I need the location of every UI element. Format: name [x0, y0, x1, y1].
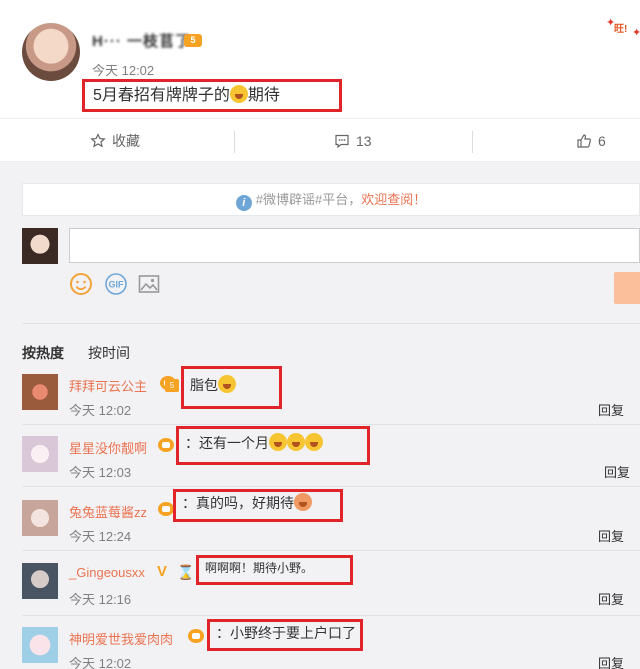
star-icon: [90, 133, 106, 148]
crying-emoji-icon: [305, 433, 323, 451]
comment-count: 13: [356, 133, 372, 149]
image-icon[interactable]: [137, 272, 161, 296]
commenter-avatar[interactable]: [22, 627, 58, 663]
comment-button[interactable]: 13: [334, 119, 372, 163]
smile-emoji-icon: [218, 375, 236, 393]
notice-text: #微博辟谣#平台，: [255, 192, 362, 207]
crown-badge-icon: [158, 502, 174, 516]
crying-emoji-icon: [269, 433, 287, 451]
crown-badge-icon: [188, 629, 204, 643]
post-time: 今天 12:02: [92, 63, 155, 78]
comment-text: ：小野终于要上户口了: [216, 625, 356, 641]
crying-emoji-icon: [229, 85, 248, 103]
post-content-tail: 期待: [247, 87, 280, 104]
comment-text: ：真的吗，好期待: [182, 495, 294, 511]
commenter-name[interactable]: _Gingeousxx: [69, 565, 145, 580]
verified-v-icon: V: [157, 563, 168, 580]
comment-item: _Gingeousxx V ⌛ 啊啊啊！期待小野。 今天 12:16 回复: [22, 555, 640, 616]
comment-text-box: 脂包: [181, 366, 282, 409]
like-button[interactable]: 6: [576, 119, 606, 163]
reply-button[interactable]: 回复: [598, 526, 624, 545]
comment-time: 今天 12:24: [69, 529, 132, 544]
sort-by-hot-tab[interactable]: 按热度: [22, 343, 64, 363]
comment-divider: [22, 550, 640, 551]
action-divider: [472, 131, 473, 153]
send-comment-button[interactable]: [614, 272, 640, 304]
crown-badge-icon: [158, 438, 174, 452]
sort-by-time-tab[interactable]: 按时间: [88, 343, 130, 363]
notice-link[interactable]: 欢迎查阅！: [361, 192, 426, 207]
hourglass-icon: ⌛: [177, 564, 195, 580]
comment-text-box: ：小野终于要上户口了: [207, 619, 363, 651]
rumor-notice-banner[interactable]: i #微博辟谣#平台，欢迎查阅！: [22, 183, 640, 216]
comment-item: 神明爱世我爱肉肉 ：小野终于要上户口了 今天 12:02 回复: [22, 619, 640, 669]
section-divider: [22, 323, 640, 324]
comment-time: 今天 12:02: [69, 403, 132, 418]
favorite-label: 收藏: [112, 133, 140, 149]
comment-text-box: ：真的吗，好期待: [173, 489, 343, 522]
comment-time: 今天 12:03: [69, 465, 132, 480]
corner-sticker-icon: ✦ 旺! ✦: [604, 12, 640, 40]
action-divider: [234, 131, 235, 153]
comment-text-box: ：还有一个月: [176, 426, 370, 465]
vip-badge-icon: 5: [184, 34, 202, 47]
comment-text: ：还有一个月: [185, 435, 269, 451]
emoji-icon[interactable]: [69, 272, 93, 296]
corner-sticker-text: 旺!: [614, 24, 628, 35]
comment-item: 兔兔蓝莓酱zz ：真的吗，好期待 今天 12:24 回复: [22, 489, 640, 551]
comment-text: 脂包: [190, 377, 218, 393]
comment-icon: [335, 134, 349, 149]
commenter-avatar[interactable]: [22, 374, 58, 410]
weibo-post: H··· 一枝苢了 5 今天 12:02 5月春招有牌牌子的 期待 ✦ 旺! ✦: [0, 0, 640, 118]
commenter-name[interactable]: 兔兔蓝莓酱zz: [69, 502, 147, 521]
gif-icon[interactable]: GIF: [104, 272, 128, 296]
comment-input[interactable]: [69, 228, 640, 263]
post-content: 5月春招有牌牌子的 期待: [82, 79, 342, 112]
commenter-name[interactable]: 神明爱世我爱肉肉: [69, 629, 173, 648]
comment-divider: [22, 615, 640, 616]
comment-divider: [22, 486, 640, 487]
commenter-name[interactable]: 星星没你靓啊: [69, 438, 147, 457]
commenter-avatar[interactable]: [22, 500, 58, 536]
svg-text:GIF: GIF: [109, 280, 125, 290]
reply-button[interactable]: 回复: [598, 653, 624, 669]
comment-divider: [22, 424, 640, 425]
commenter-avatar[interactable]: [22, 436, 58, 472]
comment-time: 今天 12:02: [69, 656, 132, 669]
favorite-button[interactable]: 收藏: [90, 119, 140, 163]
poster-username[interactable]: H··· 一枝苢了: [92, 30, 191, 51]
commenter-avatar[interactable]: [22, 563, 58, 599]
commenter-name[interactable]: 拜拜可云公主: [69, 376, 147, 395]
post-content-text: 5月春招有牌牌子的: [93, 87, 230, 104]
comment-item: 拜拜可云公主 5 脂包 今天 12:02 回复: [22, 366, 640, 425]
comment-time: 今天 12:16: [69, 592, 132, 607]
info-icon: i: [235, 195, 252, 211]
thumbs-up-icon: [577, 134, 591, 148]
current-user-avatar: [22, 228, 58, 264]
level-badge-icon: 5: [165, 379, 179, 392]
post-action-bar: 收藏 13 6: [0, 118, 640, 162]
poster-avatar[interactable]: [22, 23, 80, 81]
reply-button[interactable]: 回复: [598, 400, 624, 419]
crying-emoji-icon: [287, 433, 305, 451]
reply-button[interactable]: 回复: [598, 589, 624, 608]
like-count: 6: [598, 133, 606, 149]
comment-text-box: 啊啊啊！期待小野。: [196, 555, 353, 585]
comment-text: 啊啊啊！期待小野。: [205, 561, 314, 575]
reply-button[interactable]: 回复: [604, 462, 630, 481]
comment-item: 星星没你靓啊 ：还有一个月 今天 12:03 回复: [22, 426, 640, 487]
spark-icon: ✦: [632, 27, 640, 39]
pig-emoji-icon: [294, 493, 312, 511]
